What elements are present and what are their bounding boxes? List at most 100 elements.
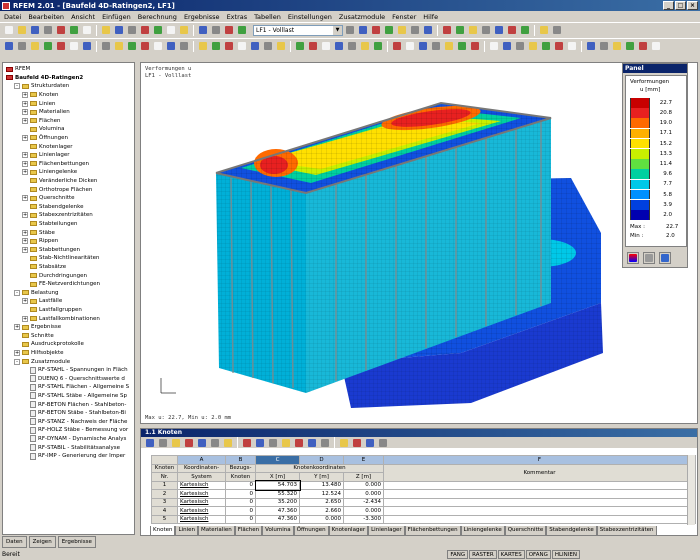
tree-item[interactable]: RF-HOLZ Stäbe - Bemessung vor xyxy=(22,426,128,434)
results-tool-icon-12[interactable] xyxy=(493,24,505,36)
view-tool-icon-30[interactable] xyxy=(404,40,416,52)
view-tool-icon-16[interactable] xyxy=(210,40,222,52)
results-tool-icon-2[interactable] xyxy=(357,24,369,36)
standard-tool-icon-13[interactable] xyxy=(165,24,177,36)
menu-fenster[interactable]: Fenster xyxy=(392,13,416,21)
y-coord-cell[interactable]: 2.650 xyxy=(299,497,344,507)
minimize-button[interactable]: _ xyxy=(663,1,674,10)
y-coord-cell[interactable]: 13.480 xyxy=(299,480,344,490)
tree-item[interactable]: RF-STANZ - Nachweis der Fläche xyxy=(22,418,127,426)
tree-item[interactable]: Knotenlager xyxy=(22,142,73,150)
tree-item[interactable]: - Zusatzmodule xyxy=(14,357,70,365)
standard-tool-icon-6[interactable] xyxy=(68,24,80,36)
view-tool-icon-34[interactable] xyxy=(456,40,468,52)
view-tool-icon-29[interactable] xyxy=(391,40,403,52)
table-tool-icon-16[interactable] xyxy=(351,437,363,449)
table-tool-icon-8[interactable] xyxy=(241,437,253,449)
tree-item[interactable]: + Lastfallkombinationen xyxy=(22,314,100,322)
tree-item[interactable]: + Linien xyxy=(22,99,55,107)
tab-data[interactable]: Daten xyxy=(2,536,27,548)
view-tool-icon-26[interactable] xyxy=(346,40,358,52)
standard-tool-icon-8[interactable] xyxy=(100,24,112,36)
coord-system-cell[interactable]: Kartesisch xyxy=(177,514,226,524)
standard-tool-icon-12[interactable] xyxy=(152,24,164,36)
table-tool-icon-18[interactable] xyxy=(377,437,389,449)
view-tool-icon-46[interactable] xyxy=(624,40,636,52)
view-tool-icon-36[interactable] xyxy=(488,40,500,52)
expand-icon[interactable]: + xyxy=(22,315,28,322)
view-tool-icon-20[interactable] xyxy=(262,40,274,52)
expand-icon[interactable]: + xyxy=(22,298,28,305)
view-tool-icon-44[interactable] xyxy=(598,40,610,52)
menu-hilfe[interactable]: Hilfe xyxy=(423,13,438,21)
sheet-tab[interactable]: Liniengelenke xyxy=(460,526,505,536)
tree-item[interactable]: RF-IMP - Generierung der Imper xyxy=(22,452,125,460)
view-tool-icon-2[interactable] xyxy=(16,40,28,52)
table-row[interactable]: 2 Kartesisch 0 55.320 12.524 0.000 xyxy=(151,489,696,499)
view-tool-icon-40[interactable] xyxy=(540,40,552,52)
view-tool-icon-33[interactable] xyxy=(443,40,455,52)
table-scrollbar[interactable] xyxy=(687,455,695,525)
view-tool-icon-31[interactable] xyxy=(417,40,429,52)
table-tool-icon-15[interactable] xyxy=(338,437,350,449)
view-tool-icon-9[interactable] xyxy=(113,40,125,52)
menu-extras[interactable]: Extras xyxy=(227,13,248,21)
table-tool-icon-13[interactable] xyxy=(306,437,318,449)
view-tool-icon-18[interactable] xyxy=(236,40,248,52)
tree-item[interactable]: Stabsätze xyxy=(22,263,66,271)
table-tool-icon-6[interactable] xyxy=(209,437,221,449)
tree-item[interactable]: + Stäbe xyxy=(22,228,55,236)
view-tool-icon-24[interactable] xyxy=(320,40,332,52)
sheet-tab[interactable]: Linienlager xyxy=(368,526,405,536)
ref-node-cell[interactable]: 0 xyxy=(225,514,256,524)
tree-item[interactable]: RFEM xyxy=(6,65,30,73)
panel-filter-icon[interactable] xyxy=(659,252,671,264)
sheet-tab[interactable]: Knotenlager xyxy=(328,526,369,536)
tree-item[interactable]: + Knoten xyxy=(22,91,58,99)
tree-item[interactable]: RF-BETON Stäbe - Stahlbeton-Bi xyxy=(22,409,126,417)
tree-item[interactable]: RF-STAHL - Spannungen in Fläch xyxy=(22,366,128,374)
maximize-button[interactable]: □ xyxy=(675,1,686,10)
view-tool-icon-45[interactable] xyxy=(611,40,623,52)
sheet-tab[interactable]: Knoten xyxy=(150,526,176,536)
expand-icon[interactable]: + xyxy=(22,229,28,236)
standard-tool-icon-1[interactable] xyxy=(3,24,15,36)
results-tool-icon-11[interactable] xyxy=(480,24,492,36)
view-tool-icon-6[interactable] xyxy=(68,40,80,52)
expand-icon[interactable]: + xyxy=(22,238,28,245)
cartesian-button[interactable]: KARTES xyxy=(497,550,525,559)
standard-tool-icon-15[interactable] xyxy=(197,24,209,36)
expand-icon[interactable]: + xyxy=(22,109,28,116)
view-tool-icon-25[interactable] xyxy=(333,40,345,52)
z-coord-cell[interactable]: 0.000 xyxy=(343,480,384,490)
expand-icon[interactable]: + xyxy=(22,160,28,167)
expand-icon[interactable]: + xyxy=(22,169,28,176)
object-snap-button[interactable]: OFANG xyxy=(525,550,551,559)
menu-tabellen[interactable]: Tabellen xyxy=(254,13,281,21)
tree-item[interactable]: + Flächen xyxy=(22,117,60,125)
y-coord-cell[interactable]: 0.000 xyxy=(299,514,344,524)
menu-berechnung[interactable]: Berechnung xyxy=(138,13,177,21)
table-tool-icon-17[interactable] xyxy=(364,437,376,449)
x-coord-cell[interactable]: 55.320 xyxy=(255,489,300,499)
legend-panel[interactable]: Panel Verformungen u [mm] Max : 22.7 Min… xyxy=(622,63,688,268)
menu-einstellungen[interactable]: Einstellungen xyxy=(288,13,332,21)
coord-system-cell[interactable]: Kartesisch xyxy=(177,480,226,490)
results-tool-icon-16[interactable] xyxy=(551,24,563,36)
tree-item[interactable]: RF-DYNAM - Dynamische Analys xyxy=(22,435,126,443)
standard-tool-icon-7[interactable] xyxy=(81,24,93,36)
view-tool-icon-17[interactable] xyxy=(223,40,235,52)
tree-item[interactable]: + Lastfälle xyxy=(22,297,62,305)
node-number-cell[interactable]: 2 xyxy=(151,489,178,499)
view-tool-icon-10[interactable] xyxy=(126,40,138,52)
comment-cell[interactable] xyxy=(383,480,696,490)
results-tool-icon-13[interactable] xyxy=(506,24,518,36)
tree-item[interactable]: + Querschnitte xyxy=(22,194,75,202)
z-coord-cell[interactable]: 0.000 xyxy=(343,506,384,516)
z-coord-cell[interactable]: -2.434 xyxy=(343,497,384,507)
view-tool-icon-23[interactable] xyxy=(307,40,319,52)
tree-item[interactable]: Veränderliche Dicken xyxy=(22,177,97,185)
view-tool-icon-22[interactable] xyxy=(294,40,306,52)
expand-icon[interactable]: + xyxy=(22,117,28,124)
results-tool-icon-5[interactable] xyxy=(396,24,408,36)
